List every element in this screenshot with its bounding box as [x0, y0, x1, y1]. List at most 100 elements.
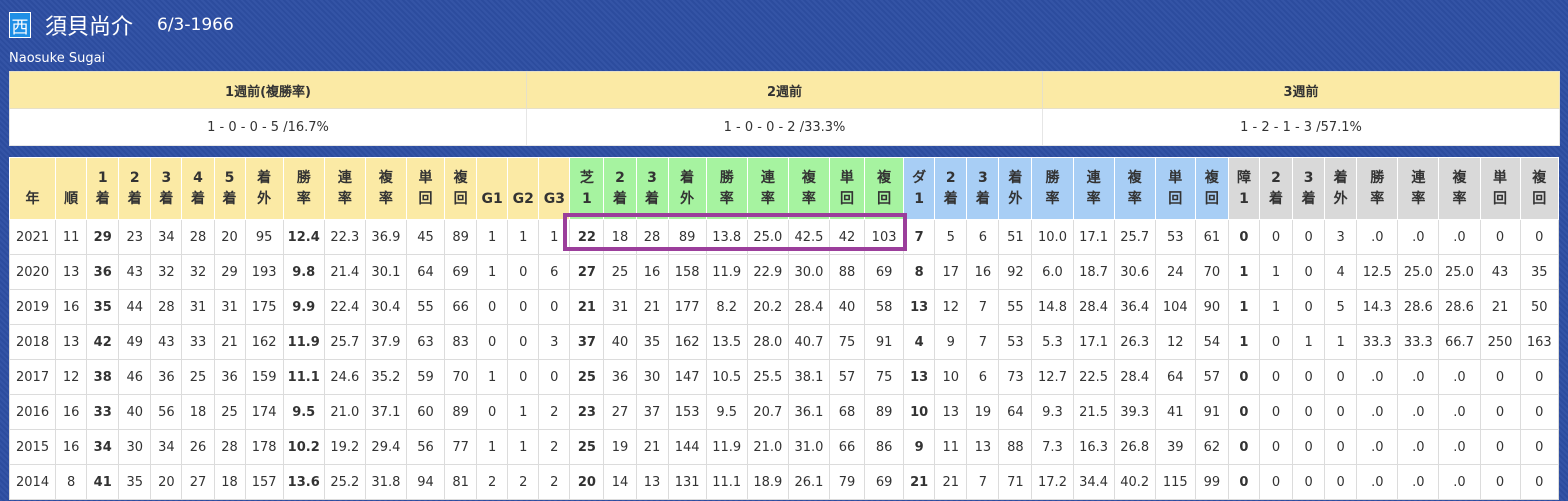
table-cell: 35 — [635, 324, 669, 360]
summary-header-week1: 1週前(複勝率) — [9, 71, 527, 109]
table-cell: 40 — [828, 289, 866, 325]
column-header: 1着 — [86, 157, 120, 220]
column-header: 複回 — [444, 157, 478, 220]
column-header: 連率 — [323, 157, 366, 220]
column-header-line1: 着 — [1333, 169, 1348, 186]
column-header: 連率 — [1072, 157, 1115, 220]
column-header: 勝率 — [705, 157, 748, 220]
table-cell: 36 — [213, 359, 246, 395]
column-header-line2: 外 — [680, 190, 695, 207]
table-cell: 2018 — [8, 324, 57, 360]
table-cell: 11.1 — [705, 464, 748, 500]
column-header: 複回 — [1194, 157, 1229, 220]
table-cell: 89 — [444, 394, 478, 430]
table-cell: 14 — [603, 464, 637, 500]
table-cell: 1 — [1258, 289, 1294, 325]
column-header-line1: 芝 — [579, 169, 594, 186]
column-header: 複回 — [1519, 157, 1560, 220]
column-header: 単回 — [1479, 157, 1521, 220]
table-cell: 34 — [150, 219, 183, 255]
table-cell: 11 — [55, 219, 88, 255]
summary-value-week1: 1 - 0 - 0 - 5 /16.7% — [9, 108, 527, 146]
column-header-line1 — [10, 168, 55, 189]
table-cell: 40 — [603, 324, 637, 360]
table-cell: 71 — [998, 464, 1033, 500]
table-cell: 40 — [118, 394, 152, 430]
table-cell: 2 — [538, 394, 571, 430]
column-header: 複率 — [364, 157, 407, 220]
table-cell: 69 — [444, 254, 478, 290]
table-cell: 6 — [538, 254, 571, 290]
table-cell: 36.4 — [1113, 289, 1156, 325]
table-cell: 16 — [55, 429, 88, 465]
table-cell: 28.4 — [1072, 289, 1115, 325]
summary-value-row: 1 - 0 - 0 - 5 /16.7% 1 - 0 - 0 - 2 /33.3… — [9, 108, 1560, 146]
table-cell: 2014 — [8, 464, 57, 500]
table-cell: 28.6 — [1397, 289, 1440, 325]
column-header: 着外 — [1324, 157, 1358, 220]
column-header-line2: 着 — [645, 190, 660, 207]
column-header-line2: 率 — [1127, 190, 1142, 207]
table-cell: 24 — [1154, 254, 1196, 290]
table-cell: 70 — [1194, 254, 1229, 290]
table-cell: 175 — [244, 289, 284, 325]
table-cell: 0 — [1519, 359, 1560, 395]
column-header-line1 — [56, 168, 86, 189]
table-cell: 21.0 — [323, 394, 366, 430]
column-header-line1: 複 — [1127, 169, 1142, 186]
table-cell: 31.0 — [787, 429, 830, 465]
column-header-line1: 1 — [97, 169, 108, 186]
column-header: 勝率 — [282, 157, 325, 220]
table-cell: 12.7 — [1031, 359, 1074, 395]
table-cell: 70 — [444, 359, 478, 395]
table-cell: 95 — [244, 219, 284, 255]
table-cell: 57 — [828, 359, 866, 395]
table-cell: 43 — [1479, 254, 1521, 290]
table-cell: 32 — [150, 254, 183, 290]
table-cell: 31 — [181, 289, 215, 325]
table-cell: 18 — [603, 219, 637, 255]
column-header-line1: 複 — [877, 169, 892, 186]
table-cell: 17.2 — [1031, 464, 1074, 500]
column-header-line1: 複 — [453, 169, 468, 186]
column-header-line2: 着 — [1269, 190, 1284, 207]
column-header: 3着 — [150, 157, 183, 220]
column-header-line2: 率 — [1045, 190, 1060, 207]
column-header: 3着 — [1292, 157, 1326, 220]
table-cell: 29 — [213, 254, 246, 290]
table-cell: 1 — [1292, 324, 1326, 360]
table-cell: 19 — [603, 429, 637, 465]
table-cell: 0 — [1292, 394, 1326, 430]
table-cell: 10 — [903, 394, 936, 430]
table-cell: 50 — [1519, 289, 1560, 325]
table-cell: 0 — [1258, 324, 1294, 360]
table-cell: 38 — [86, 359, 120, 395]
table-row: 2021 11 29 23 34 28 20 95 12.4 22.3 36.9 45 89 1 1 1 22 1… — [8, 219, 1560, 255]
table-cell: 0 — [507, 289, 540, 325]
table-cell: 11.9 — [705, 254, 748, 290]
table-cell: 43 — [118, 254, 152, 290]
region-badge: 西 — [9, 12, 31, 38]
table-cell: 36.9 — [364, 219, 407, 255]
column-header-line1: 3 — [1303, 169, 1314, 186]
table-cell: .0 — [1438, 429, 1481, 465]
table-cell: 16 — [55, 289, 88, 325]
column-header: G3 — [538, 157, 571, 220]
table-cell: 42 — [86, 324, 120, 360]
table-cell: 79 — [828, 464, 866, 500]
table-cell: 59 — [405, 359, 446, 395]
table-cell: 90 — [1194, 289, 1229, 325]
table-cell: 38.1 — [787, 359, 830, 395]
table-cell: 178 — [244, 429, 284, 465]
table-cell: 21 — [1479, 289, 1521, 325]
table-cell: 28 — [150, 289, 183, 325]
column-header-line2: 着 — [612, 190, 627, 207]
table-cell: 2 — [538, 464, 571, 500]
table-cell: 0 — [1519, 429, 1560, 465]
table-cell: 19 — [966, 394, 1000, 430]
table-cell: 7 — [966, 324, 1000, 360]
table-cell: 25.7 — [323, 324, 366, 360]
table-cell: 0 — [1258, 429, 1294, 465]
column-header: 単回 — [1154, 157, 1196, 220]
table-cell: 2 — [507, 464, 540, 500]
